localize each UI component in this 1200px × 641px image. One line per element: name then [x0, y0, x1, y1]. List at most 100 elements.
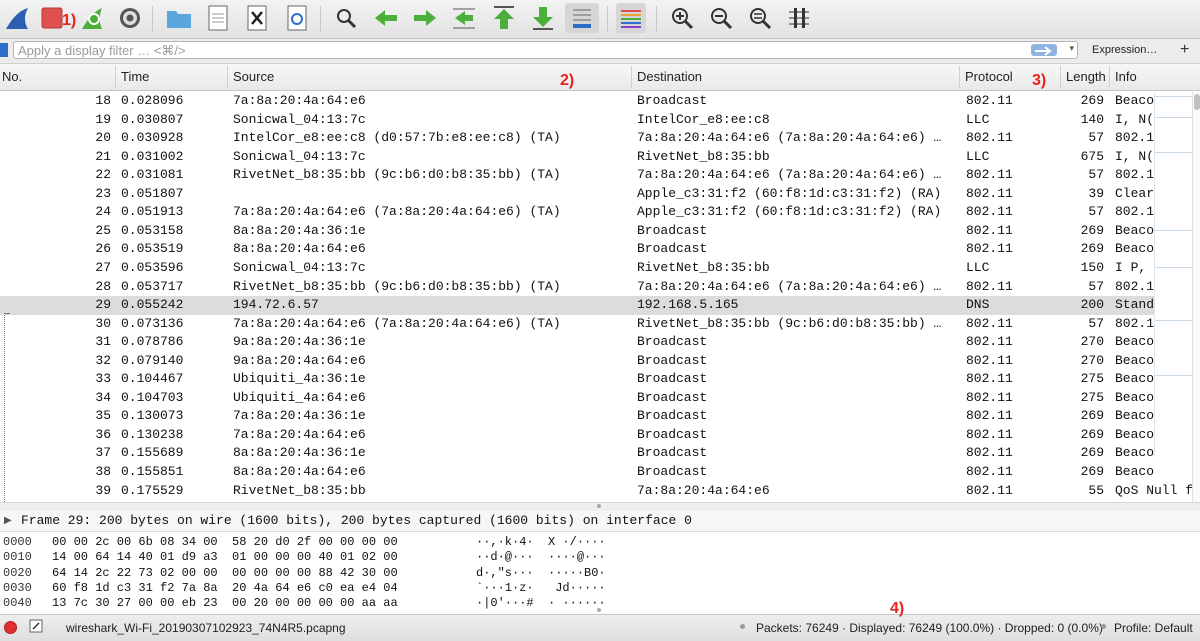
cell-time: 0.053519	[121, 241, 184, 257]
cell-no: 27	[95, 259, 111, 275]
cell-src: 9a:8a:20:4a:64:e6	[233, 352, 366, 368]
packet-list-scrollbar[interactable]	[1192, 92, 1200, 502]
cell-len: 275	[1080, 389, 1104, 405]
shark-fin-icon[interactable]	[3, 4, 31, 32]
cell-no: 33	[95, 371, 111, 387]
add-filter-button[interactable]: +	[1180, 41, 1189, 59]
filter-history-chevron-icon[interactable]: ▾	[1069, 43, 1074, 54]
cell-src: IntelCor_e8:ee:c8 (d0:57:7b:e8:ee:c8) (T…	[233, 130, 561, 146]
hex-bytes: 64 14 2c 22 73 02 00 00 00 00 00 00 88 4…	[52, 565, 398, 580]
expand-triangle-icon[interactable]: ▶	[4, 515, 12, 526]
zoom-in-icon[interactable]	[668, 4, 696, 32]
zoom-normal-icon[interactable]	[746, 4, 774, 32]
column-header-no[interactable]: No.	[2, 69, 22, 84]
table-row[interactable]: 21 0.031002 Sonicwal_04:13:7c RivetNet_b8:3…	[0, 148, 1192, 167]
table-row[interactable]: 33 0.104467 Ubiquiti_4a:36:1e Broadcast 802.…	[0, 370, 1192, 389]
go-first-icon[interactable]	[490, 4, 518, 32]
capture-comment-icon[interactable]	[29, 619, 43, 636]
cell-dst: Broadcast	[637, 426, 708, 442]
go-to-packet-icon[interactable]	[450, 4, 478, 32]
cell-no: 20	[95, 130, 111, 146]
cell-info: 802.1	[1115, 278, 1155, 294]
display-filter-input[interactable]: Apply a display filter … <⌘/> ▾	[13, 41, 1078, 59]
colorize-icon[interactable]	[616, 3, 646, 33]
cell-proto: 802.11	[966, 278, 1013, 294]
status-bar: wireshark_Wi-Fi_20190307102923_74N4R5.pc…	[0, 614, 1200, 641]
column-header-protocol[interactable]: Protocol	[965, 69, 1013, 84]
packet-minimap[interactable]	[1154, 92, 1193, 457]
table-row[interactable]: 24 0.051913 7a:8a:20:4a:64:e6 (7a:8a:20:4a…	[0, 203, 1192, 222]
bookmark-icon[interactable]	[0, 43, 8, 57]
cell-src: Sonicwal_04:13:7c	[233, 111, 366, 127]
zoom-out-icon[interactable]	[707, 4, 735, 32]
apply-filter-arrow-icon[interactable]	[1031, 44, 1057, 56]
cell-time: 0.051807	[121, 185, 184, 201]
table-row[interactable]: 37 0.155689 8a:8a:20:4a:36:1e Broadcast 802.…	[0, 444, 1192, 463]
table-row[interactable]: 39 0.175529 RivetNet_b8:35:bb 7a:8a:20:4a:6…	[0, 482, 1192, 501]
table-row[interactable]: 36 0.130238 7a:8a:20:4a:64:e6 Broadcast 802.…	[0, 426, 1192, 445]
expert-info-icon[interactable]	[4, 621, 17, 634]
cell-dst: Broadcast	[637, 222, 708, 238]
go-last-icon[interactable]	[529, 4, 557, 32]
table-row[interactable]: 22 0.031081 RivetNet_b8:35:bb (9c:b6:d0:b8…	[0, 166, 1192, 185]
table-row[interactable]: 35 0.130073 7a:8a:20:4a:36:1e Broadcast 802.…	[0, 407, 1192, 426]
table-row[interactable]: 30 0.073136 7a:8a:20:4a:64:e6 (7a:8a:20:4a…	[0, 315, 1192, 334]
cell-dst: Broadcast	[637, 93, 708, 108]
go-back-icon[interactable]	[372, 4, 400, 32]
table-row[interactable]: 26 0.053519 8a:8a:20:4a:64:e6 Broadcast 802.…	[0, 240, 1192, 259]
profile-label[interactable]: Profile: Default	[1114, 621, 1193, 635]
cell-proto: LLC	[966, 259, 990, 275]
hex-bytes: 60 f8 1d c3 31 f2 7a 8a 20 4a 64 e6 c0 e…	[52, 580, 398, 595]
column-header-time[interactable]: Time	[121, 69, 149, 84]
cell-dst: IntelCor_e8:ee:c8	[637, 111, 770, 127]
table-row[interactable]: 20 0.030928 IntelCor_e8:ee:c8 (d0:57:7b:e8…	[0, 129, 1192, 148]
cell-time: 0.079140	[121, 352, 184, 368]
cell-no: 24	[95, 204, 111, 220]
column-header-source[interactable]: Source	[233, 69, 274, 84]
reload-icon[interactable]	[283, 4, 311, 32]
save-file-icon[interactable]	[204, 4, 232, 32]
open-folder-icon[interactable]	[165, 4, 193, 32]
table-row[interactable]: 32 0.079140 9a:8a:20:4a:64:e6 Broadcast 802.…	[0, 352, 1192, 371]
expression-button[interactable]: Expression…	[1092, 44, 1157, 56]
frame-summary[interactable]: Frame 29: 200 bytes on wire (1600 bits),…	[21, 513, 692, 528]
cell-dst: Broadcast	[637, 371, 708, 387]
restart-capture-icon[interactable]	[78, 4, 106, 32]
cell-len: 269	[1080, 464, 1104, 479]
table-row[interactable]: 34 0.104703 Ubiquiti_4a:64:e6 Broadcast 802.…	[0, 389, 1192, 408]
table-row[interactable]: 29 0.055242 194.72.6.57 192.168.5.165 DNS 200…	[0, 296, 1192, 315]
scrollbar-thumb[interactable]	[1194, 94, 1200, 110]
cell-no: 30	[95, 315, 111, 331]
cell-src: 7a:8a:20:4a:36:1e	[233, 408, 366, 424]
filter-placeholder: Apply a display filter … <⌘/>	[18, 43, 186, 58]
go-forward-icon[interactable]	[411, 4, 439, 32]
cell-len: 269	[1080, 93, 1104, 108]
table-row[interactable]: 23 0.051807 Apple_c3:31:f2 (60:f8:1d:c3:31…	[0, 185, 1192, 204]
resize-columns-icon[interactable]	[785, 4, 813, 32]
table-row[interactable]: 31 0.078786 9a:8a:20:4a:36:1e Broadcast 802.…	[0, 333, 1192, 352]
cell-dst: RivetNet_b8:35:bb	[637, 259, 770, 275]
autoscroll-icon[interactable]	[565, 3, 599, 33]
table-row[interactable]: 27 0.053596 Sonicwal_04:13:7c RivetNet_b8:3…	[0, 259, 1192, 278]
column-header-length[interactable]: Length	[1066, 69, 1106, 84]
table-row[interactable]: 28 0.053717 RivetNet_b8:35:bb (9c:b6:d0:b8…	[0, 278, 1192, 297]
options-gear-icon[interactable]	[116, 4, 144, 32]
cell-dst: 7a:8a:20:4a:64:e6 (7a:8a:20:4a:64:e6) …	[637, 130, 942, 146]
cell-dst: Apple_c3:31:f2 (60:f8:1d:c3:31:f2) (RA)	[637, 204, 942, 220]
cell-src: RivetNet_b8:35:bb (9c:b6:d0:b8:35:bb) (T…	[233, 278, 561, 294]
cell-src: RivetNet_b8:35:bb	[233, 482, 366, 498]
table-row[interactable]: 25 0.053158 8a:8a:20:4a:36:1e Broadcast 802.…	[0, 222, 1192, 241]
cell-time: 0.030928	[121, 130, 184, 146]
cell-time: 0.130238	[121, 426, 184, 442]
annotation-1: 1)	[62, 12, 77, 29]
close-file-icon[interactable]	[243, 4, 271, 32]
column-header-destination[interactable]: Destination	[637, 69, 702, 84]
cell-time: 0.051913	[121, 204, 184, 220]
table-row[interactable]: 38 0.155851 8a:8a:20:4a:64:e6 Broadcast 802.…	[0, 463, 1192, 482]
table-row[interactable]: 18 0.028096 7a:8a:20:4a:64:e6 Broadcast 802.…	[0, 92, 1192, 111]
table-row[interactable]: 19 0.030807 Sonicwal_04:13:7c IntelCor_e8:e…	[0, 111, 1192, 130]
packet-bytes-pane: 0000 00 00 2c 00 6b 08 34 00 58 20 d0 2f …	[0, 532, 1200, 612]
column-header-info[interactable]: Info	[1115, 69, 1137, 84]
find-icon[interactable]	[332, 4, 360, 32]
cell-dst: Apple_c3:31:f2 (60:f8:1d:c3:31:f2) (RA)	[637, 185, 942, 201]
